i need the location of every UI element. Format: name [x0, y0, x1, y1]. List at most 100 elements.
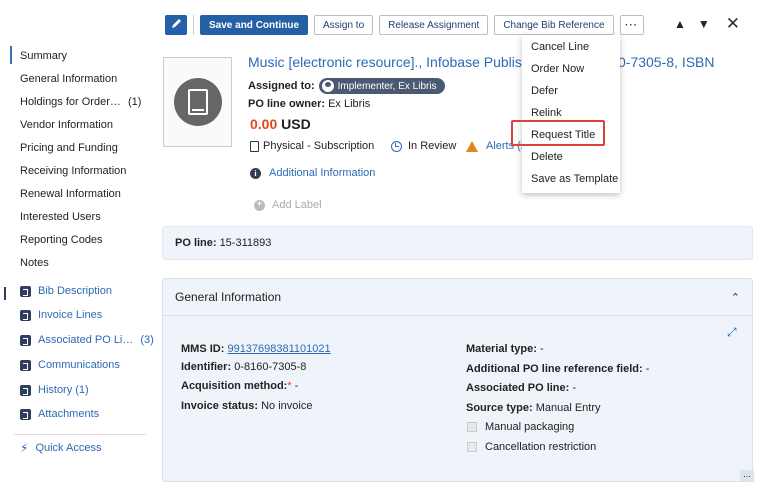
sidebar-item-count: (1) — [127, 96, 142, 108]
sidebar-item-label: Interested Users — [20, 211, 101, 223]
sidebar-link-invoice-lines[interactable]: Invoice Lines — [20, 309, 102, 321]
next-record-icon[interactable]: ▼ — [698, 17, 710, 31]
sidebar-link-count: (3) — [140, 334, 154, 346]
checkbox-box — [467, 422, 477, 432]
sidebar-item-notes[interactable]: Notes — [20, 257, 49, 269]
add-label-text: Add Label — [272, 199, 322, 211]
po-line-value: 15-311893 — [219, 237, 272, 249]
cancellation-restriction-checkbox[interactable]: Cancellation restriction — [467, 441, 596, 453]
sidebar-link-attachments[interactable]: Attachments — [20, 408, 99, 420]
invoice-status-value: No invoice — [261, 400, 313, 412]
open-panel-icon — [20, 408, 31, 420]
sidebar-item-holdings[interactable]: Holdings for Order… (1) — [20, 96, 141, 108]
source-type-value: Manual Entry — [535, 402, 601, 414]
menu-item-cancel-line[interactable]: Cancel Line — [531, 41, 589, 53]
assign-to-button[interactable]: Assign to — [314, 15, 374, 35]
assignee-badge[interactable]: Implementer, Ex Libris — [318, 78, 445, 94]
chevron-up-icon[interactable]: ⌃ — [731, 291, 740, 304]
invoice-status-field: Invoice status: No invoice — [181, 400, 312, 412]
open-panel-icon — [20, 285, 31, 297]
edit-button[interactable] — [165, 15, 187, 35]
close-icon[interactable]: ✕ — [726, 14, 740, 34]
panel-header[interactable]: General Information ⌃ — [163, 279, 752, 316]
sidebar-item-label: Reporting Codes — [20, 234, 103, 246]
book-icon — [173, 78, 222, 126]
associated-po-line-value: - — [569, 382, 577, 394]
cancellation-restriction-label: Cancellation restriction — [485, 441, 597, 453]
warning-icon — [466, 140, 478, 152]
additional-information-link[interactable]: i Additional Information — [250, 167, 375, 179]
menu-item-relink[interactable]: Relink — [531, 107, 562, 119]
assigned-to-label: Assigned to: — [248, 80, 315, 92]
sidebar-item-vendor-information[interactable]: Vendor Information — [20, 119, 113, 131]
open-panel-icon — [20, 359, 31, 371]
plus-icon: + — [254, 199, 265, 211]
sidebar-item-general-information[interactable]: General Information — [20, 73, 117, 85]
sidebar-item-reporting-codes[interactable]: Reporting Codes — [20, 234, 103, 246]
menu-item-delete[interactable]: Delete — [531, 151, 563, 163]
lightning-icon: ⚡︎ — [20, 441, 29, 455]
sidebar-link-count: (1) — [75, 384, 89, 396]
save-and-continue-button[interactable]: Save and Continue — [200, 15, 309, 35]
info-icon: i — [250, 167, 261, 179]
additional-reference-field: Additional PO line reference field: - — [466, 363, 649, 375]
expand-icon[interactable]: ⤢ — [727, 325, 737, 340]
mms-id-label: MMS ID: — [181, 343, 225, 355]
sidebar-item-receiving-information[interactable]: Receiving Information — [20, 165, 126, 177]
assigned-to: Assigned to: Implementer, Ex Libris — [248, 78, 445, 94]
sidebar-link-communications[interactable]: Communications — [20, 359, 120, 371]
sidebar-item-label: Receiving Information — [20, 165, 127, 177]
previous-record-icon[interactable]: ▲ — [674, 17, 686, 31]
sidebar-link-associated-po-lines[interactable]: Associated PO Li… (3) — [20, 334, 154, 346]
more-actions-menu: Cancel Line Order Now Defer Relink Reque… — [522, 35, 620, 193]
owner-label: PO line owner: — [248, 98, 326, 110]
panel-title: General Information — [175, 290, 282, 304]
more-options-icon[interactable]: ... — [740, 470, 754, 482]
sidebar-link-label: Associated PO Li… — [38, 334, 134, 346]
mms-id-field: MMS ID: 99137698381101021 — [181, 343, 331, 355]
record-navigation: ▲ ▼ ✕ — [674, 14, 740, 34]
quick-access-link[interactable]: ⚡︎ Quick Access — [20, 441, 101, 455]
format-info: Physical - Subscription — [250, 140, 374, 152]
sidebar-item-renewal-information[interactable]: Renewal Information — [20, 188, 121, 200]
status-label: In Review — [408, 140, 457, 152]
sidebar-item-label: Pricing and Funding — [20, 142, 118, 154]
sidebar-link-label: Bib Description — [38, 285, 112, 297]
more-actions-button[interactable]: ··· — [619, 15, 644, 35]
clock-icon — [391, 140, 402, 152]
sidebar-item-interested-users[interactable]: Interested Users — [20, 211, 101, 223]
sidebar-item-label: Holdings for Order… — [20, 96, 121, 108]
price-currency: USD — [281, 116, 311, 132]
toolbar-divider — [193, 15, 194, 35]
sidebar-item-label: Notes — [20, 257, 49, 269]
sidebar-item-label: Renewal Information — [20, 188, 121, 200]
menu-item-defer[interactable]: Defer — [531, 85, 558, 97]
record-title[interactable]: Music [electronic resource]., Infobase P… — [248, 54, 533, 70]
material-type-label: Material type: — [466, 343, 537, 355]
add-label-link[interactable]: + Add Label — [254, 199, 322, 211]
price: 0.00 USD — [250, 116, 311, 132]
request-title-highlight — [511, 120, 605, 146]
manual-packaging-label: Manual packaging — [485, 421, 575, 433]
mms-id-link[interactable]: 99137698381101021 — [227, 343, 330, 355]
sidebar-link-bib-description[interactable]: Bib Description — [20, 285, 112, 297]
release-assignment-button[interactable]: Release Assignment — [379, 15, 489, 35]
quick-access-label: Quick Access — [35, 442, 102, 454]
sidebar-link-label: History — [38, 384, 73, 396]
sidebar-link-history[interactable]: History (1) — [20, 384, 89, 396]
sidebar-link-label: Invoice Lines — [38, 309, 103, 321]
sidebar-item-pricing-and-funding[interactable]: Pricing and Funding — [20, 142, 118, 154]
record-title-tail[interactable]: 0-7305-8, ISBN — [618, 54, 715, 70]
status-info: In Review — [391, 140, 456, 152]
manual-packaging-checkbox[interactable]: Manual packaging — [467, 421, 574, 433]
source-type-label: Source type: — [466, 402, 533, 414]
menu-item-order-now[interactable]: Order Now — [531, 63, 584, 75]
sidebar-item-summary[interactable]: Summary — [9, 46, 67, 64]
sidebar-link-label: Communications — [38, 359, 120, 371]
change-bib-reference-button[interactable]: Change Bib Reference — [494, 15, 614, 35]
pencil-icon — [171, 18, 182, 32]
user-icon — [321, 80, 334, 92]
menu-item-save-as-template[interactable]: Save as Template — [531, 173, 618, 185]
price-amount: 0.00 — [250, 116, 278, 132]
open-panel-icon — [20, 309, 31, 321]
